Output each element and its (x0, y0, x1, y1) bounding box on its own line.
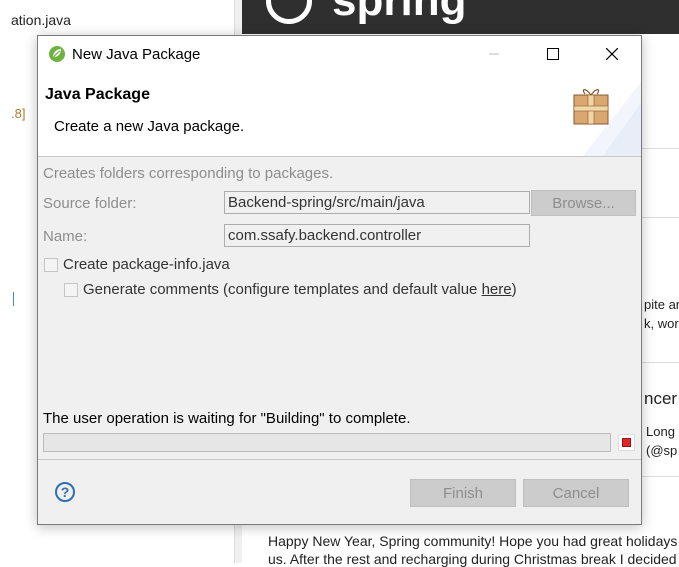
generate-comments-suffix: ) (511, 281, 517, 298)
generate-comments-checkbox[interactable] (64, 283, 78, 297)
spring-leaf-icon (49, 46, 65, 62)
minimize-icon (489, 53, 499, 55)
feed-snippet: (@sp (646, 443, 678, 458)
spring-banner: spring (242, 0, 679, 34)
wizard-header: Java Package Create a new Java package. (38, 72, 641, 157)
stop-button[interactable] (618, 434, 635, 451)
close-button[interactable] (583, 36, 641, 72)
explorer-marker (13, 292, 14, 306)
divider (642, 217, 679, 218)
generate-comments-text: Generate comments (configure templates a… (83, 281, 482, 298)
title-bar[interactable]: New Java Package (38, 36, 641, 72)
info-text: Creates folders corresponding to package… (43, 165, 334, 182)
page-description: Create a new Java package. (54, 118, 245, 135)
close-icon (606, 48, 618, 60)
browse-button[interactable]: Browse... (531, 190, 636, 216)
feed-snippet: k, wor (644, 316, 679, 331)
new-java-package-dialog: New Java Package Java Package Create a n… (37, 35, 642, 525)
package-name-field[interactable]: com.ssafy.backend.controller (224, 224, 530, 247)
explorer-version-label: .8] (11, 106, 26, 121)
divider (642, 148, 679, 149)
dialog-title: New Java Package (72, 46, 201, 63)
explorer-file-item[interactable]: ation.java (11, 12, 71, 28)
maximize-icon (547, 48, 559, 60)
feed-heading[interactable]: ncer (644, 389, 677, 409)
templates-link[interactable]: here (482, 281, 512, 298)
generate-comments-label[interactable]: Generate comments (configure templates a… (83, 281, 517, 298)
source-folder-label: Source folder: (43, 195, 137, 212)
blog-text: us. After the rest and recharging during… (268, 551, 679, 567)
finish-button[interactable]: Finish (410, 479, 516, 507)
blog-text: Happy New Year, Spring community! Hope y… (268, 533, 679, 549)
feed-snippet: pite ar (644, 297, 679, 312)
cancel-button[interactable]: Cancel (523, 479, 629, 507)
source-folder-field[interactable]: Backend-spring/src/main/java (224, 191, 530, 214)
page-title: Java Package (45, 86, 150, 103)
minimize-button[interactable] (465, 36, 523, 72)
name-label: Name: (43, 228, 88, 245)
package-gift-icon (573, 89, 609, 125)
progress-bar (43, 433, 611, 452)
create-package-info-checkbox[interactable] (44, 258, 58, 272)
help-question-icon[interactable]: ? (55, 482, 75, 502)
feed-snippet: Long (646, 424, 675, 439)
footer-divider (38, 459, 641, 460)
stop-icon (622, 438, 631, 447)
divider (642, 362, 679, 363)
create-package-info-label[interactable]: Create package-info.java (63, 256, 230, 273)
banner-title: spring (332, 0, 467, 25)
status-message: The user operation is waiting for "Build… (43, 410, 411, 427)
spring-logo-icon (266, 0, 312, 24)
maximize-button[interactable] (524, 36, 582, 72)
divider (642, 476, 679, 477)
